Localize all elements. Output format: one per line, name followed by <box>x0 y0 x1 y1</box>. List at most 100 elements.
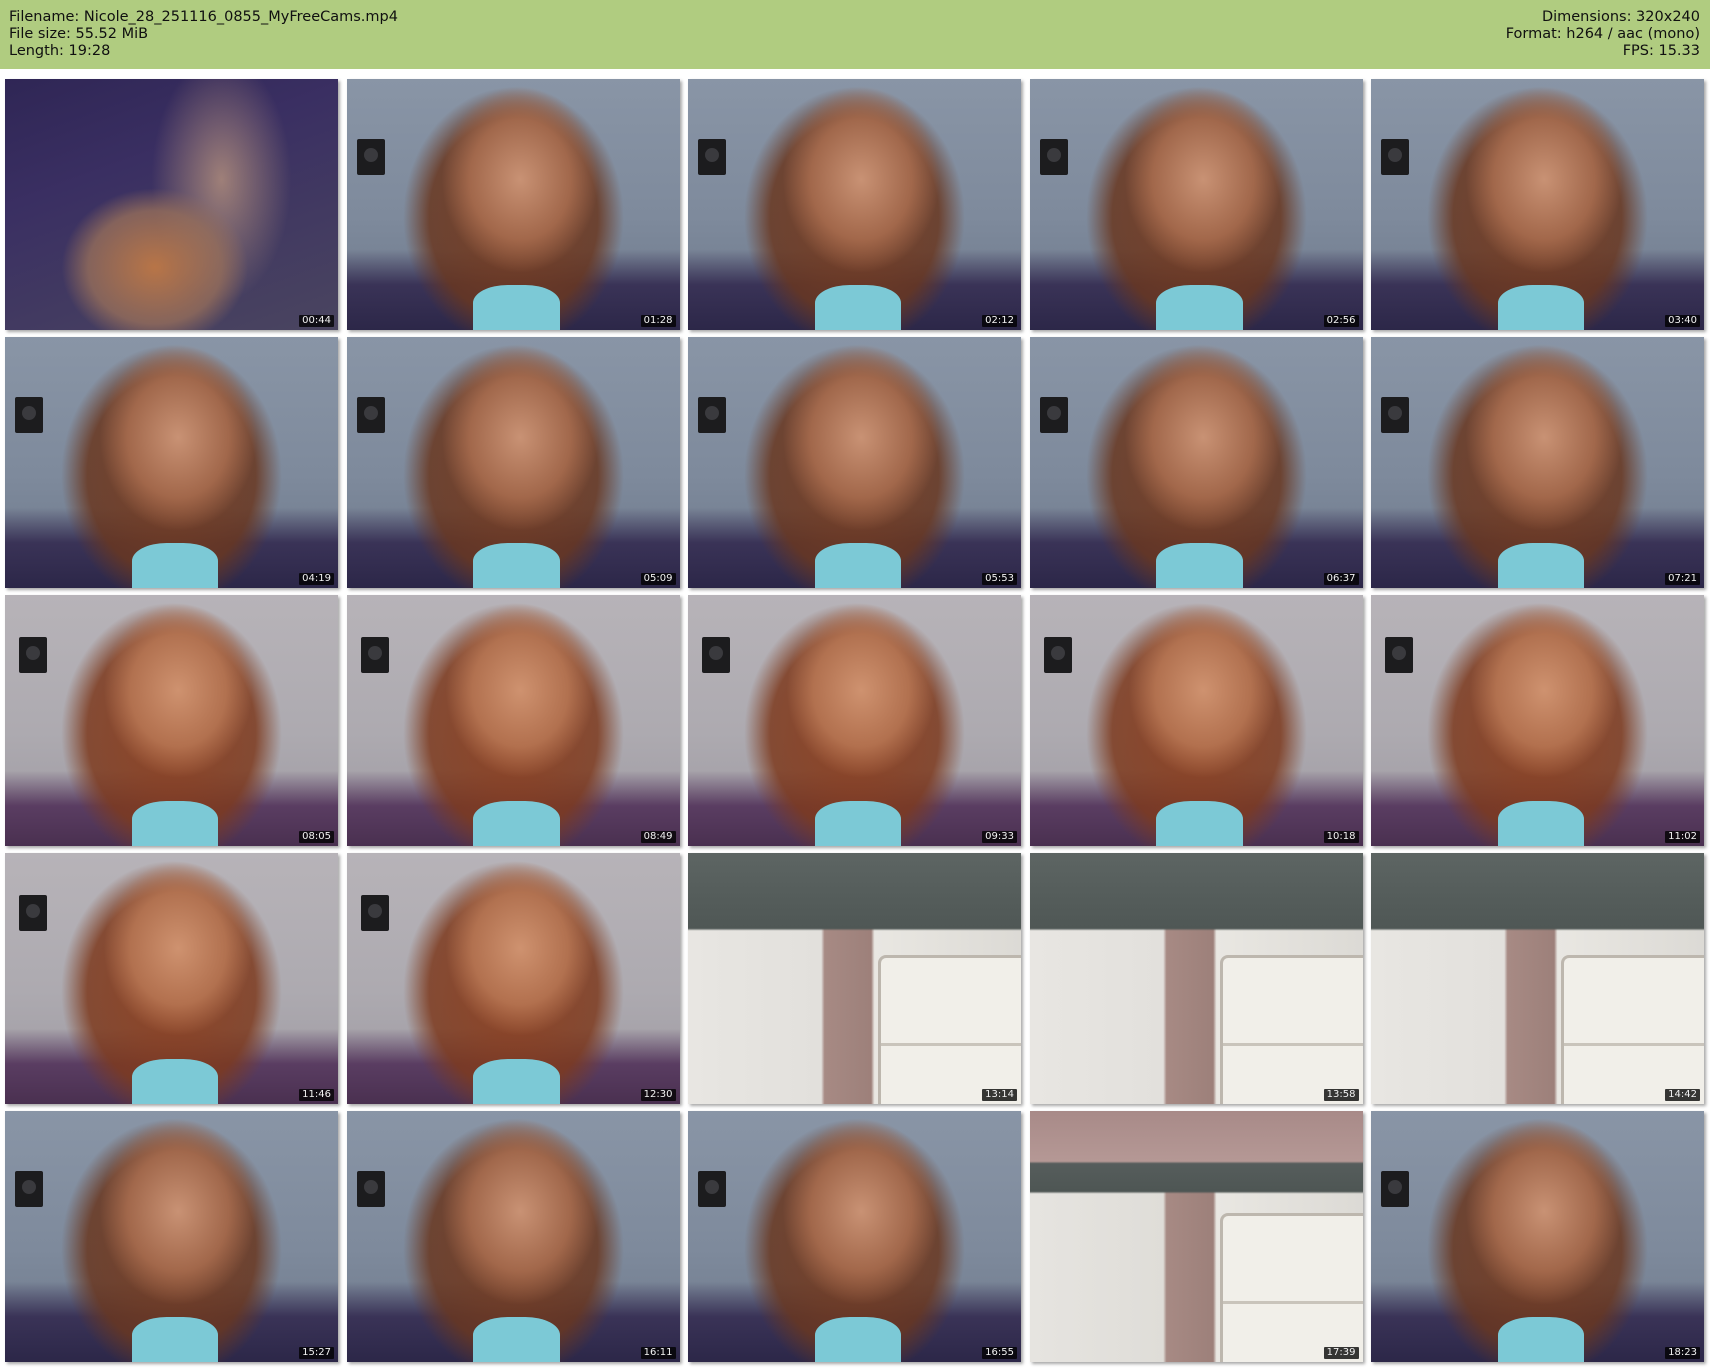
speaker-shape <box>356 1171 385 1207</box>
thumbnail-frame: 02:12 <box>688 79 1021 330</box>
shirt-shape <box>1497 1316 1585 1362</box>
timestamp-label: 00:44 <box>299 315 334 327</box>
shirt-shape <box>473 1058 560 1104</box>
thumbnail-frame: 13:58 <box>1029 853 1363 1104</box>
speaker-shape <box>698 139 726 175</box>
timestamp-label: 05:53 <box>982 573 1017 585</box>
timestamp-label: 08:05 <box>299 831 334 843</box>
thumbnail-frame: 08:49 <box>346 595 680 846</box>
timestamp-label: 14:42 <box>1665 1089 1700 1101</box>
thumbnail-frame: 17:39 <box>1029 1111 1363 1362</box>
shirt-shape <box>131 1058 219 1104</box>
thumbnail-frame: 16:55 <box>688 1111 1021 1362</box>
file-info-right: Dimensions: 320x240 Format: h264 / aac (… <box>1506 9 1700 60</box>
thumbnail-frame: 05:09 <box>346 337 680 588</box>
filename-text: Filename: Nicole_28_251116_0855_MyFreeCa… <box>9 9 398 25</box>
thumbnail-frame: 06:37 <box>1029 337 1363 588</box>
shirt-shape <box>1497 542 1585 588</box>
timestamp-label: 08:49 <box>640 831 676 843</box>
thumbnail-frame: 10:18 <box>1029 595 1363 846</box>
thumbnail-frame: 05:53 <box>688 337 1021 588</box>
thumbnail-frame: 14:42 <box>1371 853 1704 1104</box>
timestamp-label: 03:40 <box>1665 315 1700 327</box>
speaker-shape <box>1043 637 1072 673</box>
timestamp-label: 11:46 <box>299 1089 334 1101</box>
drawer-shape <box>1219 955 1363 1104</box>
drawer-shape <box>1561 955 1704 1104</box>
thumbnail-frame: 15:27 <box>5 1111 338 1362</box>
thumbnail-frame: 18:23 <box>1371 1111 1704 1362</box>
thumbnail-frame: 03:40 <box>1371 79 1704 330</box>
file-info-left: Filename: Nicole_28_251116_0855_MyFreeCa… <box>9 9 398 60</box>
shirt-shape <box>1156 284 1243 330</box>
thumbnail-frame: 08:05 <box>5 595 338 846</box>
thumbnail-frame: 00:44 <box>5 79 338 330</box>
timestamp-label: 02:12 <box>982 315 1017 327</box>
speaker-shape <box>1039 397 1068 433</box>
timestamp-label: 12:30 <box>640 1089 676 1101</box>
thumbnail-frame: 02:56 <box>1029 79 1363 330</box>
shirt-shape <box>473 542 560 588</box>
speaker-shape <box>702 637 730 673</box>
dimensions-text: Dimensions: 320x240 <box>1541 9 1700 25</box>
speaker-shape <box>356 139 385 175</box>
shirt-shape <box>1497 800 1585 846</box>
timestamp-label: 01:28 <box>640 315 676 327</box>
speaker-shape <box>1039 139 1068 175</box>
thumbnail-grid: 00:44 01:28 02:12 02:56 03:40 04:19 05:09 05:53… <box>5 79 1705 1362</box>
info-header: Filename: Nicole_28_251116_0855_MyFreeCa… <box>0 0 1710 69</box>
drawer-shape <box>878 955 1021 1104</box>
speaker-shape <box>360 895 389 931</box>
shirt-shape <box>814 1316 902 1362</box>
timestamp-label: 13:14 <box>982 1089 1017 1101</box>
timestamp-label: 11:02 <box>1665 831 1700 843</box>
thumbnail-frame: 16:11 <box>346 1111 680 1362</box>
thumbnail-frame: 04:19 <box>5 337 338 588</box>
timestamp-label: 15:27 <box>299 1347 334 1359</box>
timestamp-label: 09:33 <box>982 831 1017 843</box>
timestamp-label: 16:55 <box>982 1347 1017 1359</box>
speaker-shape <box>15 397 43 433</box>
timestamp-label: 06:37 <box>1323 573 1359 585</box>
shirt-shape <box>1497 284 1585 330</box>
drawer-shape <box>1219 1213 1363 1362</box>
speaker-shape <box>19 637 47 673</box>
thumbnail-frame: 11:46 <box>5 853 338 1104</box>
thumbnail-image <box>5 79 338 330</box>
speaker-shape <box>698 1171 726 1207</box>
thumbnail-frame: 09:33 <box>688 595 1021 846</box>
thumbnail-frame: 12:30 <box>346 853 680 1104</box>
thumbnail-frame: 01:28 <box>346 79 680 330</box>
filesize-text: File size: 55.52 MiB <box>9 26 149 42</box>
format-text: Format: h264 / aac (mono) <box>1505 26 1700 42</box>
timestamp-label: 02:56 <box>1323 315 1359 327</box>
shirt-shape <box>814 800 902 846</box>
timestamp-label: 13:58 <box>1323 1089 1359 1101</box>
speaker-shape <box>360 637 389 673</box>
speaker-shape <box>1381 1171 1409 1207</box>
shirt-shape <box>131 800 219 846</box>
shirt-shape <box>473 1316 560 1362</box>
timestamp-label: 04:19 <box>299 573 334 585</box>
timestamp-label: 18:23 <box>1665 1347 1700 1359</box>
speaker-shape <box>1381 139 1409 175</box>
length-text: Length: 19:28 <box>9 43 111 59</box>
timestamp-label: 10:18 <box>1323 831 1359 843</box>
speaker-shape <box>1385 637 1413 673</box>
speaker-shape <box>698 397 726 433</box>
shirt-shape <box>1156 800 1243 846</box>
speaker-shape <box>15 1171 43 1207</box>
shirt-shape <box>1156 542 1243 588</box>
timestamp-label: 05:09 <box>640 573 676 585</box>
shirt-shape <box>814 284 902 330</box>
shirt-shape <box>814 542 902 588</box>
thumbnail-frame: 07:21 <box>1371 337 1704 588</box>
fps-text: FPS: 15.33 <box>1622 43 1700 59</box>
shirt-shape <box>473 284 560 330</box>
shirt-shape <box>473 800 560 846</box>
speaker-shape <box>1381 397 1409 433</box>
shirt-shape <box>131 542 219 588</box>
thumbnail-frame: 11:02 <box>1371 595 1704 846</box>
thumbnail-frame: 13:14 <box>688 853 1021 1104</box>
timestamp-label: 16:11 <box>640 1347 676 1359</box>
